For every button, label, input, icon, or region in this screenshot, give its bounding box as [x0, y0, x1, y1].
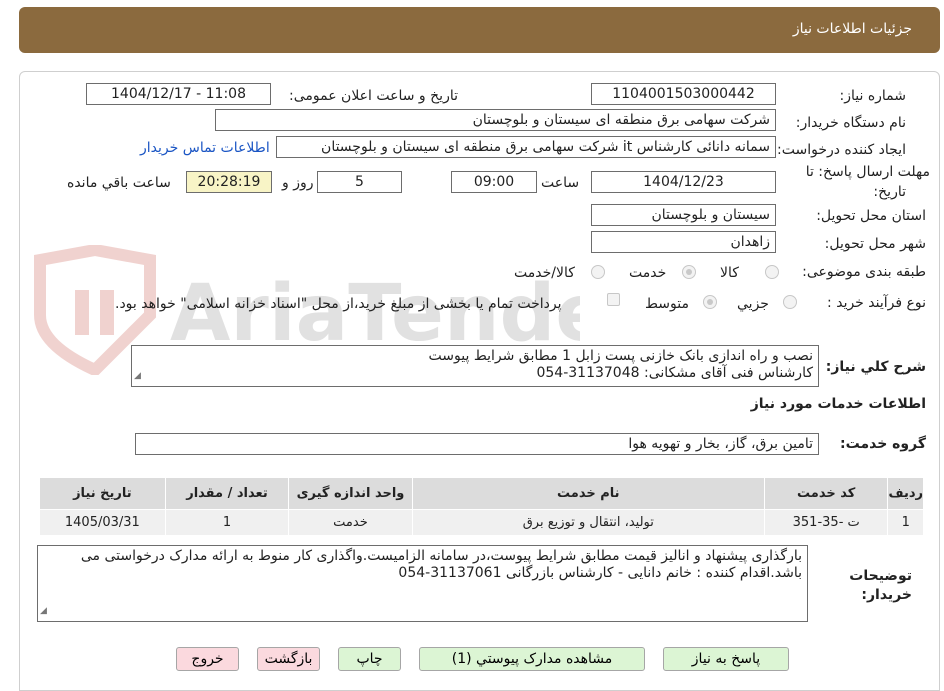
treasury-payment-checkbox[interactable]	[607, 293, 620, 306]
need-number-label: شماره نیاز:	[839, 88, 907, 104]
category-option-goods: کالا	[720, 265, 739, 281]
process-radio-minor[interactable]	[783, 295, 797, 309]
notes-line-2: باشد.اقدام کننده : خانم دانایی - کارشناس…	[398, 565, 802, 581]
city-label: شهر محل تحویل:	[824, 236, 926, 252]
category-radio-goods-service[interactable]	[591, 265, 605, 279]
remaining-label: ساعت باقي مانده	[67, 175, 171, 191]
deadline-label: مهلت ارسال پاسخ: تا	[805, 164, 930, 180]
buyer-notes-textarea[interactable]: بارگذاری پیشنهاد و انالیز قیمت مطابق شرا…	[37, 545, 808, 622]
category-label: طبقه بندی موضوعی:	[802, 264, 926, 280]
cell-service-code: ت -35-351	[763, 509, 889, 536]
summary-line-2: کارشناس فنی آقای مشکانی: 31137048-054	[536, 365, 813, 381]
print-button[interactable]: چاپ	[338, 647, 401, 671]
remaining-time-field: 20:28:19	[186, 171, 272, 193]
days-field[interactable]: 5	[317, 171, 402, 193]
deadline-date-field[interactable]: 1404/12/23	[591, 171, 776, 193]
deadline-time-field[interactable]: 09:00	[451, 171, 537, 193]
exit-button[interactable]: خروج	[176, 647, 239, 671]
process-label: نوع فرآیند خرید :	[827, 295, 926, 311]
requester-field[interactable]: سمانه دانائی کارشناس it شرکت سهامی برق م…	[276, 136, 776, 158]
announce-label: تاریخ و ساعت اعلان عمومی:	[289, 88, 458, 104]
payment-note: پرداخت تمام یا بخشی از مبلغ خرید،از محل …	[115, 296, 562, 312]
announce-field[interactable]: 1404/12/17 - 11:08	[86, 83, 271, 105]
category-radio-goods[interactable]	[765, 265, 779, 279]
col-quantity: تعداد / مقدار	[164, 477, 290, 510]
category-radio-service[interactable]	[682, 265, 696, 279]
view-attachments-button[interactable]: مشاهده مدارک پیوستي (1)	[419, 647, 645, 671]
deadline-label-date: تاریخ:	[873, 184, 906, 200]
need-number-field[interactable]: 1104001503000442	[591, 83, 776, 105]
process-option-minor: جزیي	[737, 296, 769, 312]
city-field[interactable]: زاهدان	[591, 231, 776, 253]
requester-label: ایجاد کننده درخواست:	[777, 142, 906, 158]
cell-row-number: 1	[887, 509, 924, 536]
resize-grip-icon[interactable]: ◢	[134, 368, 141, 385]
table-row: 1 ت -35-351 تولید، انتقال و توزیع برق خد…	[39, 509, 924, 536]
buyer-org-label: نام دستگاه خریدار:	[795, 115, 906, 131]
time-label: ساعت	[541, 175, 580, 191]
category-option-service: خدمت	[629, 265, 667, 281]
service-group-field[interactable]: تامین برق، گاز، بخار و تهویه هوا	[135, 433, 819, 455]
province-label: استان محل تحویل:	[816, 208, 926, 224]
process-option-medium: متوسط	[645, 296, 689, 312]
resize-grip-icon[interactable]: ◢	[40, 603, 47, 620]
col-row-number: ردیف	[887, 477, 924, 510]
days-label: روز و	[282, 175, 314, 191]
category-option-goods-service: کالا/خدمت	[514, 265, 575, 281]
summary-label: شرح کلي نیاز:	[825, 359, 926, 375]
col-service-code: کد خدمت	[763, 477, 889, 510]
page-title: جزئیات اطلاعات نیاز	[792, 21, 912, 37]
notes-label-buyer: خریدار:	[861, 587, 912, 603]
buyer-org-field[interactable]: شرکت سهامی برق منطقه ای سیستان و بلوچستا…	[215, 109, 776, 131]
col-need-date: تاریخ نیاز	[39, 477, 166, 510]
summary-textarea[interactable]: نصب و راه اندازی بانک خازنی پست زابل 1 م…	[131, 345, 819, 387]
cell-unit: خدمت	[288, 509, 413, 536]
col-service-name: نام خدمت	[411, 477, 765, 510]
reply-button[interactable]: پاسخ به نیاز	[663, 647, 789, 671]
province-field[interactable]: سیستان و بلوچستان	[591, 204, 776, 226]
notes-line-1: بارگذاری پیشنهاد و انالیز قیمت مطابق شرا…	[80, 548, 802, 564]
service-group-label: گروه خدمت:	[840, 436, 926, 452]
col-unit: واحد اندازه گیری	[288, 477, 413, 510]
cell-quantity: 1	[164, 509, 290, 536]
cell-service-name: تولید، انتقال و توزیع برق	[411, 509, 765, 536]
back-button[interactable]: بازگشت	[257, 647, 320, 671]
summary-line-1: نصب و راه اندازی بانک خازنی پست زابل 1 م…	[428, 348, 813, 364]
services-table: ردیف کد خدمت نام خدمت واحد اندازه گیری ت…	[39, 477, 924, 536]
cell-need-date: 1405/03/31	[39, 509, 166, 536]
buyer-contact-link[interactable]: اطلاعات تماس خریدار	[140, 140, 270, 156]
table-header-row: ردیف کد خدمت نام خدمت واحد اندازه گیری ت…	[39, 477, 924, 510]
services-section-title: اطلاعات خدمات مورد نیاز	[750, 396, 926, 412]
notes-label: توضیحات	[849, 568, 912, 584]
header-bar: جزئیات اطلاعات نیاز	[19, 7, 940, 53]
process-radio-medium[interactable]	[703, 295, 717, 309]
